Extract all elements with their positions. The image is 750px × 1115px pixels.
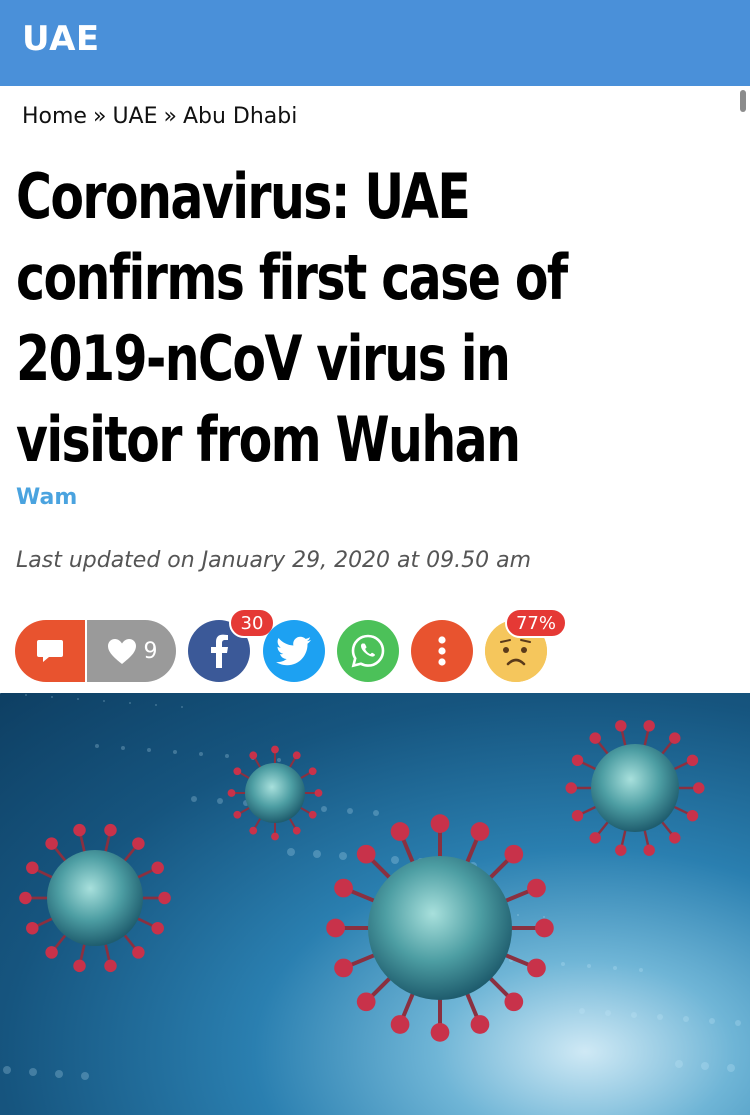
more-options-button[interactable] (411, 620, 473, 682)
breadcrumb-separator: » (92, 104, 107, 129)
comment-button[interactable] (15, 620, 85, 682)
twitter-share-button[interactable] (263, 620, 325, 682)
reaction-percent-badge: 77% (505, 608, 567, 638)
hero-image (0, 693, 750, 1115)
last-updated: Last updated on January 29, 2020 at 09.5… (16, 548, 532, 573)
breadcrumb-uae[interactable]: UAE (112, 104, 157, 129)
breadcrumb-abu-dhabi[interactable]: Abu Dhabi (183, 104, 297, 129)
author-link[interactable]: Wam (16, 485, 77, 510)
scrollbar[interactable] (740, 90, 746, 112)
article-headline: Coronavirus: UAE confirms first case of … (16, 156, 711, 480)
like-count: 9 (143, 638, 158, 664)
breadcrumb-home[interactable]: Home (22, 104, 87, 129)
whatsapp-share-button[interactable] (337, 620, 399, 682)
breadcrumb: Home» UAE» Abu Dhabi (22, 104, 297, 129)
headline-line: Coronavirus: UAE (16, 160, 471, 233)
more-vertical-icon (438, 636, 446, 666)
breadcrumb-separator: » (163, 104, 177, 129)
headline-line: visitor from Wuhan (16, 403, 521, 476)
whatsapp-icon (351, 634, 385, 668)
top-bar: UAE (0, 0, 750, 86)
comment-like-group: 9 (15, 620, 176, 682)
share-toolbar: 9 30 77% (15, 608, 735, 684)
section-title[interactable]: UAE (22, 19, 100, 59)
headline-line: 2019-nCoV virus in (16, 322, 511, 395)
twitter-icon (276, 636, 311, 666)
heart-icon (107, 639, 136, 664)
comment-icon (37, 640, 63, 662)
coronavirus-illustration (0, 693, 741, 1080)
headline-line: confirms first case of (16, 241, 568, 314)
facebook-icon (211, 634, 228, 668)
like-button[interactable]: 9 (87, 620, 176, 682)
